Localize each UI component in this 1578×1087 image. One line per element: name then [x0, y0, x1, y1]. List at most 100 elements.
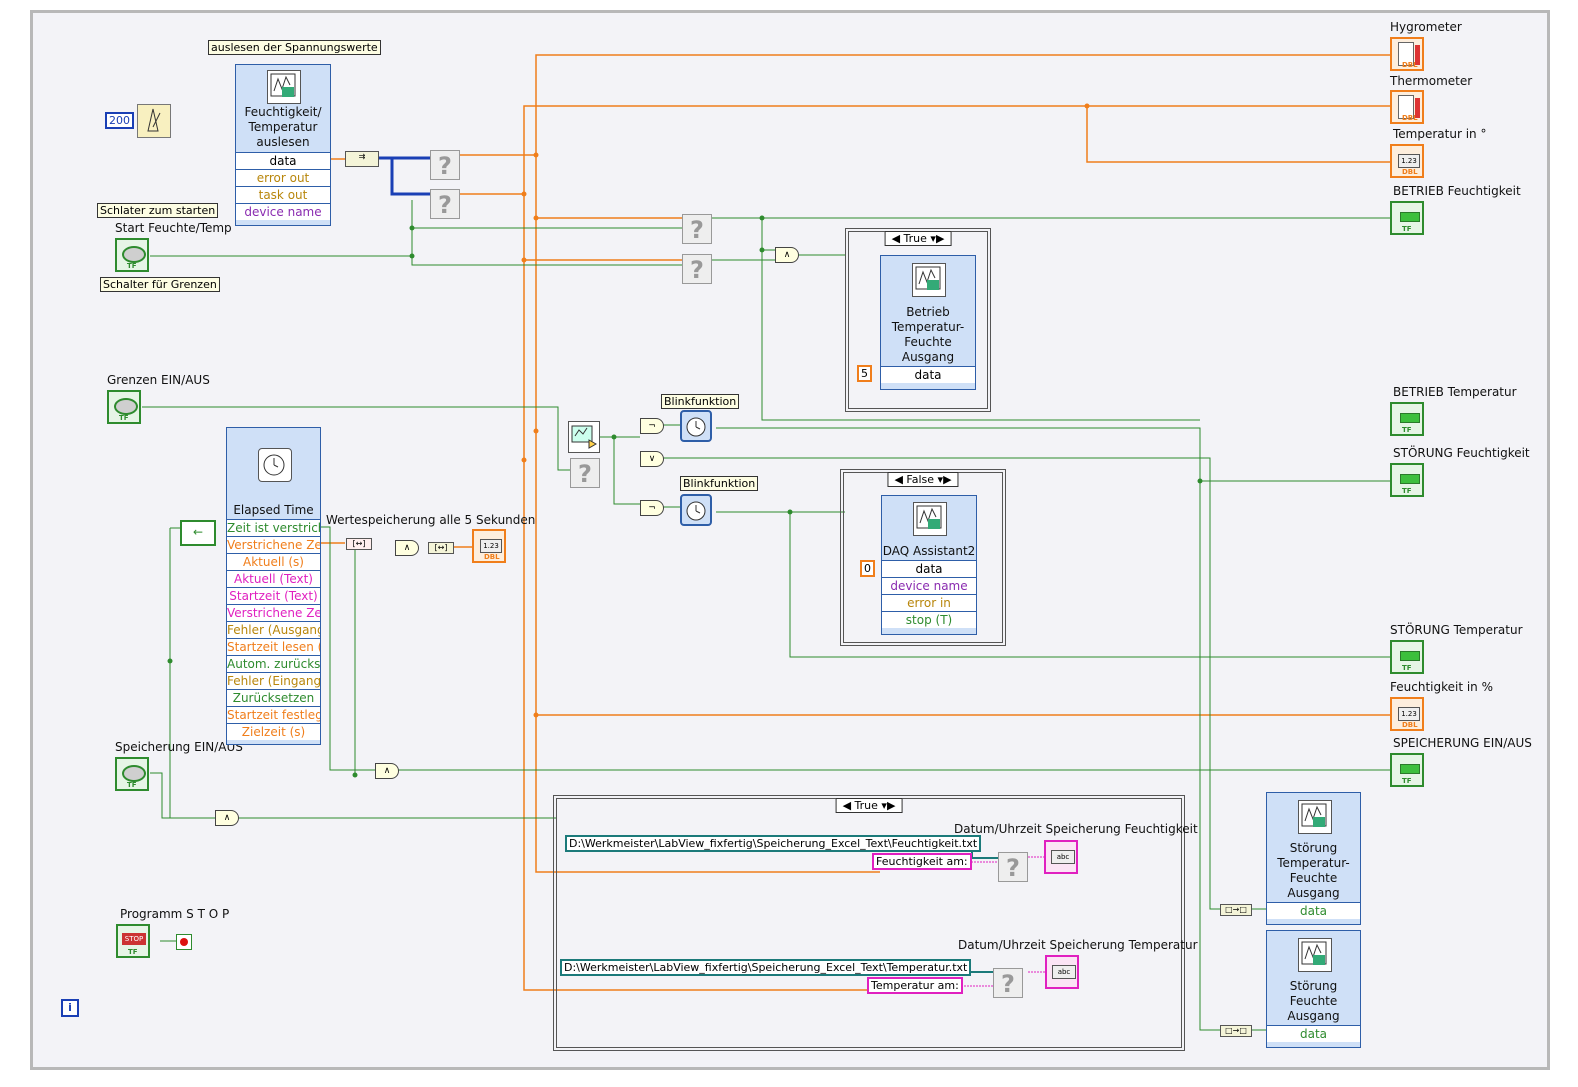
- index-array-node[interactable]: ⇉: [345, 151, 379, 167]
- case1-constant[interactable]: 5: [857, 365, 872, 382]
- daq-read-express-vi[interactable]: Feuchtigkeit/ Temperatur auslesen data e…: [235, 64, 331, 226]
- elapsed-time-title: Elapsed Time: [233, 503, 314, 517]
- wait-ms-constant[interactable]: 200: [105, 112, 134, 129]
- daq-read-term-0[interactable]: data: [236, 152, 330, 169]
- and-gate-1[interactable]: ∧: [775, 247, 799, 263]
- elapsed-term-11[interactable]: Startzeit festlege: [227, 706, 320, 723]
- and-gate-4[interactable]: ∧: [215, 810, 239, 826]
- daq-assistant2-express-vi[interactable]: DAQ Assistant2 data device name error in…: [881, 495, 977, 635]
- iteration-icon: i: [61, 999, 79, 1017]
- elapsed-term-2[interactable]: Aktuell (s): [227, 553, 320, 570]
- elapsed-term-12[interactable]: Zielzeit (s): [227, 723, 320, 740]
- speicherung-indicator-label: SPEICHERUNG EIN/AUS: [1393, 736, 1532, 750]
- daq-read-term-1[interactable]: error out: [236, 169, 330, 186]
- thermometer-indicator[interactable]: DBL: [1390, 90, 1424, 124]
- string-feuchtigkeit-constant[interactable]: Feuchtigkeit am:: [872, 853, 972, 870]
- daq-assistant-icon: [1297, 800, 1332, 834]
- elapsed-term-0[interactable]: Zeit ist verstrich: [227, 519, 320, 536]
- elapsed-term-5[interactable]: Verstrichene Zei: [227, 604, 320, 621]
- not-gate-2[interactable]: ¬: [640, 500, 664, 516]
- speicherung-ein-aus-switch[interactable]: TF: [115, 757, 149, 791]
- datum-feuchtigkeit-indicator[interactable]: abc: [1044, 840, 1078, 874]
- elapsed-term-1[interactable]: Verstrichene Zei: [227, 536, 320, 553]
- temperatur-in-indicator[interactable]: 1.23 DBL: [1390, 144, 1424, 178]
- stoerung-temperatur-led[interactable]: TF: [1390, 640, 1424, 674]
- daq-read-term-3[interactable]: device name: [236, 203, 330, 220]
- datum-feuchtigkeit-label: Datum/Uhrzeit Speicherung Feuchtigkeit: [954, 822, 1198, 836]
- betrieb-output-express-vi[interactable]: Betrieb Temperatur- Feuchte Ausgang data: [880, 255, 976, 390]
- case-selector-speicherung[interactable]: ◀ True ▾▶: [835, 798, 903, 813]
- wertespeicherung-indicator[interactable]: 1.23 DBL: [472, 529, 506, 563]
- and-gate-2[interactable]: ∧: [395, 540, 419, 556]
- unknown-node-3[interactable]: ?: [682, 214, 712, 244]
- feedback-node[interactable]: ←: [180, 520, 216, 546]
- case-selector-betrieb[interactable]: ◀ True ▾▶: [884, 231, 952, 246]
- feuchtigkeit-in-indicator[interactable]: 1.23 DBL: [1390, 697, 1424, 731]
- start-feuchte-temp-label: Start Feuchte/Temp: [115, 221, 232, 235]
- stoerung-tf-data[interactable]: data: [1267, 902, 1360, 919]
- daq2-term-3[interactable]: stop (T): [882, 611, 976, 628]
- case-selector-daq2[interactable]: ◀ False ▾▶: [887, 472, 959, 487]
- schalter-starten-label: Schlater zum starten: [97, 203, 219, 218]
- programm-stop-label: Programm S T O P: [120, 907, 230, 921]
- stoerung-feuchtigkeit-led[interactable]: TF: [1390, 463, 1424, 497]
- daq-assistant-icon: [267, 70, 301, 104]
- convert-node-1[interactable]: [↔]: [346, 538, 372, 550]
- elapsed-term-8[interactable]: Autom. zurücks: [227, 655, 320, 672]
- unknown-node-1[interactable]: ?: [430, 150, 460, 180]
- daq2-term-2[interactable]: error in: [882, 594, 976, 611]
- speicherung-ein-aus-led[interactable]: TF: [1390, 753, 1424, 787]
- unknown-node-5[interactable]: ?: [570, 458, 600, 488]
- stop-button[interactable]: STOP TF: [116, 924, 150, 958]
- loop-condition-icon: [176, 934, 192, 950]
- start-feuchte-temp-switch[interactable]: TF: [115, 238, 149, 272]
- betrieb-output-data[interactable]: data: [881, 366, 975, 383]
- betrieb-feuchtigkeit-led[interactable]: TF: [1390, 201, 1424, 235]
- block-diagram: Hygrometer DBL Thermometer DBL Temperatu…: [0, 0, 1578, 1087]
- unknown-node-2[interactable]: ?: [430, 189, 460, 219]
- stoerung-feuchtigkeit-label: STÖRUNG Feuchtigkeit: [1393, 446, 1530, 460]
- blinkfunktion-label-2: Blinkfunktion: [680, 476, 759, 491]
- schalter-grenzen-label: Schalter für Grenzen: [100, 277, 220, 292]
- stoerung-temperatur-label: STÖRUNG Temperatur: [1390, 623, 1523, 637]
- daq-assistant-icon: [912, 263, 946, 297]
- betrieb-temperatur-led[interactable]: TF: [1390, 402, 1424, 436]
- blink-timer-1[interactable]: [680, 410, 712, 442]
- case2-constant[interactable]: 0: [860, 560, 875, 577]
- stoerung-f-data[interactable]: data: [1267, 1025, 1360, 1042]
- bool-array-node-1[interactable]: □→□: [1220, 904, 1252, 916]
- blink-timer-2[interactable]: [680, 494, 712, 526]
- elapsed-term-7[interactable]: Startzeit lesen (s: [227, 638, 320, 655]
- stoerung-tf-express-vi[interactable]: Störung Temperatur- Feuchte Ausgang data: [1266, 792, 1361, 925]
- elapsed-term-9[interactable]: Fehler (Eingang,: [227, 672, 320, 689]
- elapsed-term-6[interactable]: Fehler (Ausgang: [227, 621, 320, 638]
- betrieb-output-title: Betrieb Temperatur- Feuchte Ausgang: [891, 305, 965, 364]
- elapsed-time-express-vi[interactable]: Elapsed Time Zeit ist verstrich Verstric…: [226, 427, 321, 745]
- blinkfunktion-label-1: Blinkfunktion: [661, 394, 740, 409]
- string-temperatur-constant[interactable]: Temperatur am:: [867, 977, 963, 994]
- daq-assistant2-title: DAQ Assistant2: [882, 544, 976, 558]
- not-gate-1[interactable]: ¬: [640, 418, 664, 434]
- elapsed-term-4[interactable]: Startzeit (Text): [227, 587, 320, 604]
- auslesen-label: auslesen der Spannungswerte: [208, 40, 381, 55]
- or-gate[interactable]: ∨: [640, 451, 664, 467]
- unknown-node-4[interactable]: ?: [682, 254, 712, 284]
- feuchtigkeit-in-label: Feuchtigkeit in %: [1390, 680, 1494, 694]
- daq2-term-1[interactable]: device name: [882, 577, 976, 594]
- daq-read-term-2[interactable]: task out: [236, 186, 330, 203]
- bool-array-node-2[interactable]: □→□: [1220, 1025, 1252, 1037]
- metronome-icon[interactable]: [137, 104, 171, 138]
- grenzen-ein-aus-switch[interactable]: TF: [107, 390, 141, 424]
- and-gate-3[interactable]: ∧: [375, 763, 399, 779]
- in-range-node[interactable]: [568, 421, 600, 453]
- elapsed-term-10[interactable]: Zurücksetzen: [227, 689, 320, 706]
- stoerung-f-express-vi[interactable]: Störung Feuchte Ausgang data: [1266, 930, 1361, 1048]
- elapsed-term-3[interactable]: Aktuell (Text): [227, 570, 320, 587]
- convert-node-2[interactable]: [↔]: [428, 542, 454, 554]
- hygrometer-indicator[interactable]: DBL: [1390, 37, 1424, 71]
- datum-temperatur-indicator[interactable]: abc: [1045, 955, 1079, 989]
- path-temperatur-constant[interactable]: D:\Werkmeister\LabView_fixfertig\Speiche…: [560, 959, 972, 976]
- stopwatch-icon: [257, 448, 292, 482]
- daq2-term-0[interactable]: data: [882, 560, 976, 577]
- path-feuchtigkeit-constant[interactable]: D:\Werkmeister\LabView_fixfertig\Speiche…: [565, 835, 982, 852]
